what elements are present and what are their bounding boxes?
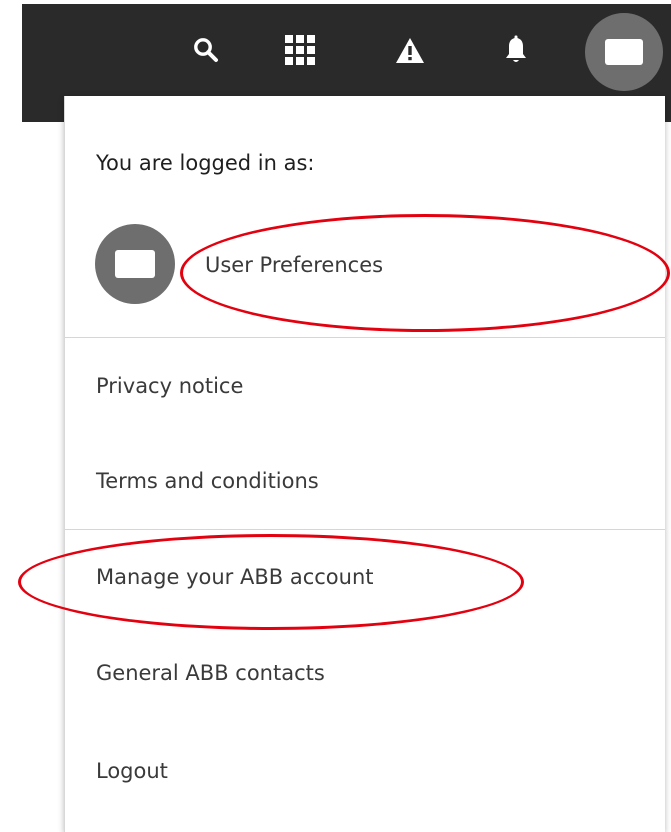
user-row: User Preferences — [65, 216, 665, 346]
user-avatar-icon — [115, 250, 155, 278]
logged-in-header: You are logged in as: — [96, 151, 315, 175]
terms-and-conditions-link[interactable]: Terms and conditions — [96, 469, 319, 493]
bell-icon[interactable] — [496, 4, 536, 96]
divider — [65, 529, 665, 530]
user-preferences-link[interactable]: User Preferences — [205, 253, 383, 277]
search-icon[interactable] — [186, 4, 226, 96]
user-menu: You are logged in as: User Preferences P… — [64, 96, 665, 832]
user-avatar-button[interactable] — [585, 13, 663, 91]
logout-link[interactable]: Logout — [96, 759, 168, 783]
alert-icon[interactable] — [390, 4, 430, 96]
avatar — [95, 224, 175, 304]
privacy-notice-link[interactable]: Privacy notice — [96, 374, 243, 398]
user-avatar-icon — [605, 39, 643, 65]
apps-grid-icon[interactable] — [280, 4, 320, 96]
general-abb-contacts-link[interactable]: General ABB contacts — [96, 661, 325, 685]
manage-abb-account-link[interactable]: Manage your ABB account — [96, 565, 374, 589]
divider — [65, 337, 665, 338]
